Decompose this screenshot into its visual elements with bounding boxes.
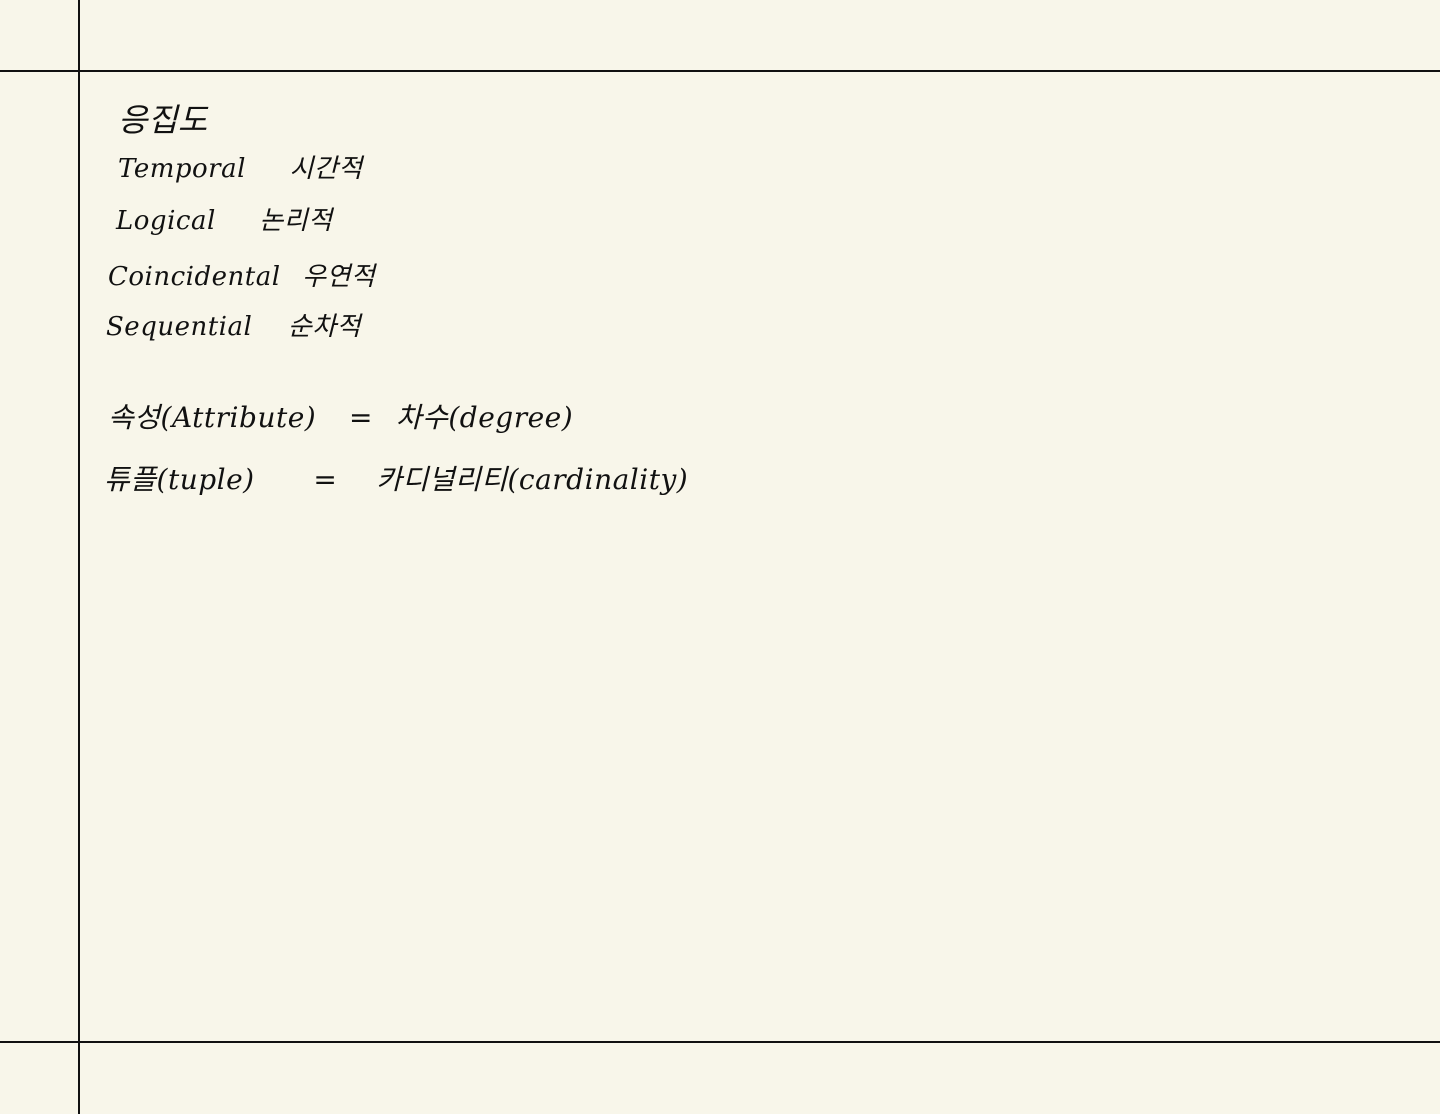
cohesion-term-en: Temporal: [118, 154, 246, 184]
equivalence-left: 튜플(tuple): [104, 463, 255, 496]
equivalence-left: 속성(Attribute): [108, 401, 317, 434]
margin-rule: [78, 0, 80, 1114]
cohesion-term-en: Logical: [116, 206, 216, 236]
equals-sign: =: [349, 401, 374, 434]
equals-sign: =: [313, 463, 338, 496]
equivalence-tuple-cardinality: 튜플(tuple) = 카디널리티(cardinality): [104, 466, 688, 494]
footer-rule: [0, 1041, 1440, 1043]
cohesion-type-sequential: Sequential 순차적: [106, 314, 361, 340]
equivalence-right: 차수(degree): [395, 401, 574, 434]
cohesion-term-en: Coincidental: [108, 262, 281, 292]
cohesion-term-en: Sequential: [106, 312, 253, 342]
cohesion-term-ko: 순차적: [287, 312, 362, 342]
header-rule: [0, 70, 1440, 72]
notebook-page: { "title": "응집도", "cohesion_types": [ {"…: [0, 0, 1440, 1114]
notes-title: 응집도: [118, 101, 208, 139]
cohesion-type-coincidental: Coincidental 우연적: [108, 264, 375, 290]
cohesion-term-ko: 논리적: [259, 206, 333, 236]
equivalence-attribute-degree: 속성(Attribute) = 차수(degree): [108, 404, 573, 432]
cohesion-term-ko: 시간적: [289, 154, 363, 184]
cohesion-type-temporal: Temporal 시간적: [118, 156, 363, 182]
equivalence-right: 카디널리티(cardinality): [376, 463, 689, 496]
cohesion-term-ko: 우연적: [302, 262, 376, 292]
cohesion-type-logical: Logical 논리적: [116, 208, 333, 234]
